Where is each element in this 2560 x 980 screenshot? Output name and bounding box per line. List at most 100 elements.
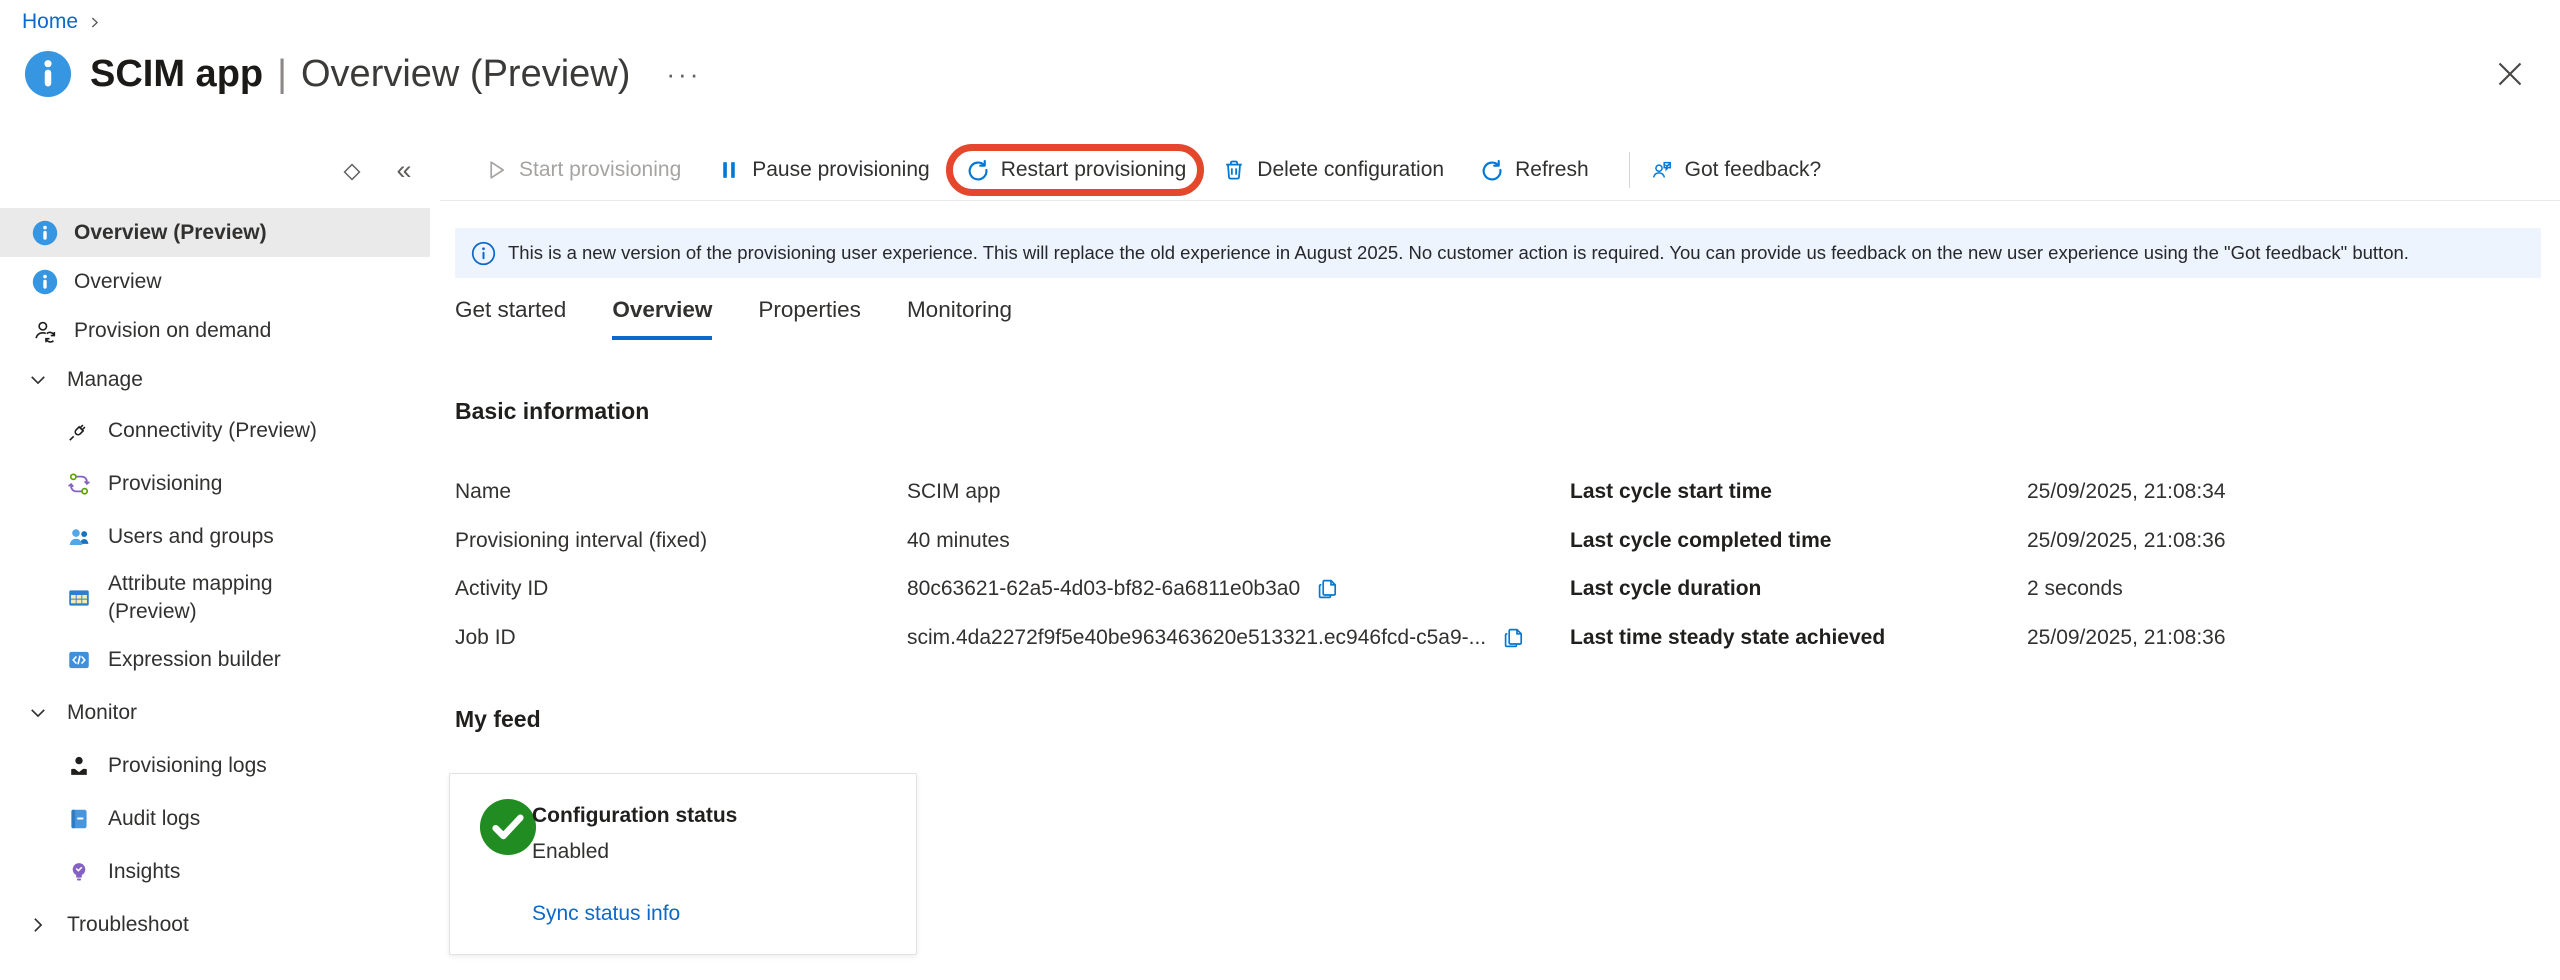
pause-provisioning-button[interactable]: Pause provisioning: [717, 158, 929, 182]
refresh-button[interactable]: Refresh: [1480, 158, 1589, 182]
sidebar-group-monitor[interactable]: Monitor: [0, 686, 430, 739]
field-value: 2 seconds: [2027, 577, 2123, 601]
copy-icon[interactable]: [1502, 626, 1526, 650]
sidebar-item-connectivity[interactable]: Connectivity (Preview): [0, 404, 430, 457]
breadcrumb-home-link[interactable]: Home: [22, 10, 78, 34]
book-icon: [66, 806, 92, 832]
sidebar-group-label: Monitor: [67, 701, 137, 725]
field-value: 40 minutes: [907, 529, 1010, 553]
info-banner-text: This is a new version of the provisionin…: [508, 242, 2409, 264]
sidebar-nav: Overview (Preview) Overview Provision on…: [0, 208, 430, 951]
lightbulb-icon: [66, 859, 92, 885]
check-circle-icon: [479, 798, 537, 856]
pause-icon: [717, 158, 741, 182]
resize-panel-icon[interactable]: [334, 154, 370, 190]
delete-configuration-label: Delete configuration: [1257, 158, 1444, 182]
sidebar-item-provision-on-demand[interactable]: Provision on demand: [0, 306, 430, 355]
field-value: scim.4da2272f9f5e40be963463620e513321.ec…: [907, 626, 1486, 650]
app-info-icon: [24, 50, 72, 98]
sidebar-item-label: Overview (Preview): [74, 221, 267, 245]
field-last-cycle-start: Last cycle start time 25/09/2025, 21:08:…: [1570, 468, 2226, 517]
sidebar-item-label: Provision on demand: [74, 319, 271, 343]
field-label: Last cycle duration: [1570, 577, 2027, 601]
tab-monitoring[interactable]: Monitoring: [907, 297, 1012, 340]
restart-provisioning-annotated: Restart provisioning: [966, 158, 1187, 182]
configuration-status-card: Configuration status Enabled Sync status…: [449, 773, 917, 955]
page-title: SCIM app | Overview (Preview) ···: [90, 53, 701, 96]
sidebar-group-manage[interactable]: Manage: [0, 355, 430, 404]
feedback-icon: [1650, 158, 1674, 182]
page-header: SCIM app | Overview (Preview) ···: [24, 50, 701, 98]
sidebar-item-users-and-groups[interactable]: Users and groups: [0, 510, 430, 563]
info-banner: This is a new version of the provisionin…: [455, 228, 2541, 278]
sidebar-group-label: Troubleshoot: [67, 913, 189, 937]
command-bar: Start provisioning Pause provisioning Re…: [440, 140, 2560, 201]
restart-provisioning-label: Restart provisioning: [1001, 158, 1187, 182]
page-subtitle: Overview (Preview): [301, 53, 630, 96]
sidebar-item-insights[interactable]: Insights: [0, 845, 430, 898]
sidebar-item-expression-builder[interactable]: Expression builder: [0, 633, 430, 686]
sidebar-item-overview[interactable]: Overview: [0, 257, 430, 306]
trash-icon: [1222, 158, 1246, 182]
tab-properties[interactable]: Properties: [758, 297, 861, 340]
field-last-steady-state: Last time steady state achieved 25/09/20…: [1570, 614, 2226, 663]
title-separator: |: [277, 53, 287, 96]
field-label: Last time steady state achieved: [1570, 626, 2027, 650]
close-icon[interactable]: [2492, 56, 2528, 92]
more-menu-button[interactable]: ···: [666, 59, 701, 90]
sidebar-item-provisioning-logs[interactable]: Provisioning logs: [0, 739, 430, 792]
got-feedback-button[interactable]: Got feedback?: [1650, 158, 1822, 182]
configuration-status-title: Configuration status: [532, 804, 737, 828]
people-icon: [66, 524, 92, 550]
start-provisioning-button[interactable]: Start provisioning: [484, 158, 681, 182]
field-value: 25/09/2025, 21:08:34: [2027, 480, 2226, 504]
copy-icon[interactable]: [1316, 577, 1340, 601]
field-name: Name SCIM app: [455, 468, 1526, 517]
sidebar-group-label: Manage: [67, 368, 143, 392]
field-label: Name: [455, 480, 907, 504]
delete-configuration-button[interactable]: Delete configuration: [1222, 158, 1444, 182]
sidebar-item-label: Insights: [108, 860, 180, 884]
refresh-icon: [1480, 158, 1504, 182]
chevron-down-icon: [28, 703, 48, 723]
field-provisioning-interval: Provisioning interval (fixed) 40 minutes: [455, 517, 1526, 566]
tab-bar: Get started Overview Properties Monitori…: [455, 297, 1012, 340]
tab-get-started[interactable]: Get started: [455, 297, 566, 340]
field-last-cycle-completed: Last cycle completed time 25/09/2025, 21…: [1570, 517, 2226, 566]
field-label: Provisioning interval (fixed): [455, 529, 907, 553]
info-icon: [32, 269, 58, 295]
sidebar-item-overview-preview[interactable]: Overview (Preview): [0, 208, 430, 257]
tab-overview[interactable]: Overview: [612, 297, 712, 340]
sidebar-item-audit-logs[interactable]: Audit logs: [0, 792, 430, 845]
sidebar-item-label: Audit logs: [108, 807, 200, 831]
collapse-sidebar-icon[interactable]: «: [386, 152, 422, 188]
play-icon: [484, 158, 508, 182]
restart-icon: [966, 158, 990, 182]
got-feedback-label: Got feedback?: [1685, 158, 1822, 182]
app-name: SCIM app: [90, 53, 263, 96]
sidebar-group-troubleshoot[interactable]: Troubleshoot: [0, 898, 430, 951]
basic-information-heading: Basic information: [455, 398, 649, 425]
field-last-cycle-duration: Last cycle duration 2 seconds: [1570, 565, 2226, 614]
sidebar-item-provisioning[interactable]: Provisioning: [0, 457, 430, 510]
status-badge: Enabled: [532, 840, 609, 864]
restart-provisioning-button[interactable]: Restart provisioning: [966, 158, 1187, 182]
basic-info-right-column: Last cycle start time 25/09/2025, 21:08:…: [1570, 468, 2226, 662]
person-logs-icon: [66, 753, 92, 779]
basic-info-left-column: Name SCIM app Provisioning interval (fix…: [455, 468, 1526, 662]
pause-provisioning-label: Pause provisioning: [752, 158, 929, 182]
my-feed-heading: My feed: [455, 706, 541, 733]
start-provisioning-label: Start provisioning: [519, 158, 681, 182]
chevron-down-icon: [28, 370, 48, 390]
toolbar-divider: [1629, 152, 1630, 188]
sidebar-item-attribute-mapping[interactable]: Attribute mapping (Preview): [0, 563, 430, 633]
field-value: SCIM app: [907, 480, 1000, 504]
field-job-id: Job ID scim.4da2272f9f5e40be963463620e51…: [455, 614, 1526, 663]
chevron-right-icon: [88, 16, 101, 29]
sync-status-info-link[interactable]: Sync status info: [532, 902, 680, 926]
plug-icon: [66, 418, 92, 444]
field-label: Activity ID: [455, 577, 907, 601]
field-label: Job ID: [455, 626, 907, 650]
field-value: 80c63621-62a5-4d03-bf82-6a6811e0b3a0: [907, 577, 1300, 601]
provisioning-sync-icon: [66, 471, 92, 497]
